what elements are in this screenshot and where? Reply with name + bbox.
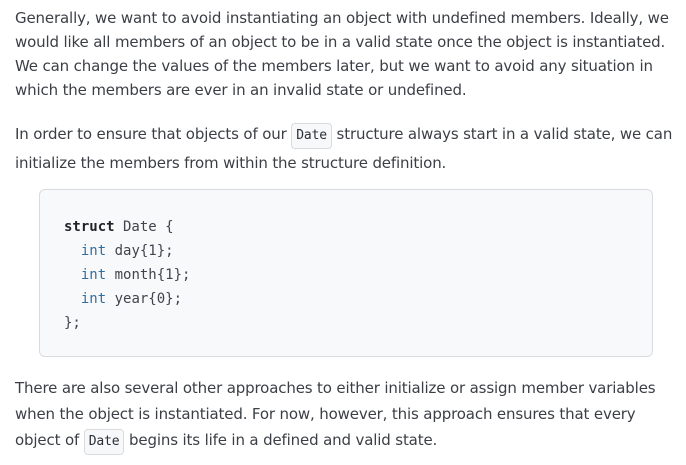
code-type-int-year: int bbox=[80, 291, 107, 307]
inline-code-date: Date bbox=[291, 123, 332, 149]
paragraph-approaches: There are also several other approaches … bbox=[15, 375, 683, 455]
code-member-day: day{1}; bbox=[106, 243, 174, 259]
paragraph-initialize-text-before: In order to ensure that objects of our bbox=[15, 125, 292, 143]
code-keyword-struct: struct bbox=[64, 219, 115, 235]
code-member-month: month{1}; bbox=[106, 267, 191, 283]
code-member-year: year{0}; bbox=[106, 291, 183, 307]
paragraph-initialize: In order to ensure that objects of our D… bbox=[15, 120, 683, 177]
code-type-int-month: int bbox=[80, 267, 107, 283]
inline-code-date-2: Date bbox=[83, 429, 125, 455]
code-block[interactable]: struct Date { int day{1}; int month{1}; … bbox=[39, 189, 653, 357]
paragraph-approaches-text-after: begins its life in a defined and valid s… bbox=[124, 431, 438, 449]
code-type-int-day: int bbox=[80, 243, 107, 259]
code-listing: struct Date { int day{1}; int month{1}; … bbox=[64, 215, 190, 335]
code-closing-brace: }; bbox=[64, 315, 81, 331]
paragraph-intro: Generally, we want to avoid instantiatin… bbox=[15, 9, 669, 99]
code-struct-name: Date { bbox=[114, 219, 174, 235]
